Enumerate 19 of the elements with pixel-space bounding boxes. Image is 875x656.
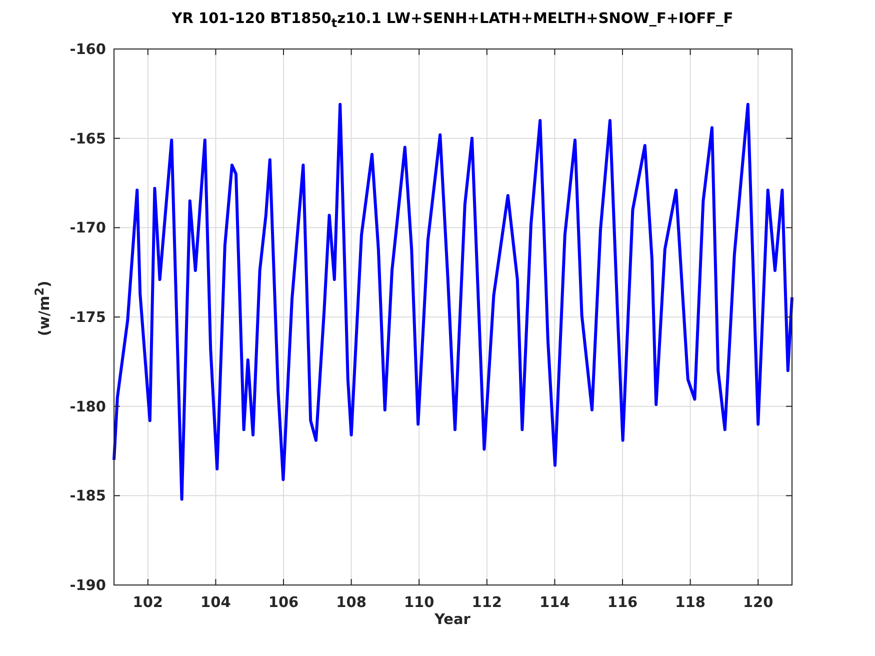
x-axis-label: Year bbox=[434, 612, 470, 628]
x-tick-label: 104 bbox=[200, 595, 231, 611]
x-tick-label: 102 bbox=[132, 595, 164, 611]
chart-title: YR 101-120 BT1850$_{t}$z10.1 LW+SENH+LATH+MELTH+SNOW_F+IOFF_F bbox=[172, 10, 734, 30]
x-tick-label: 112 bbox=[472, 595, 502, 611]
x-tick-label: 118 bbox=[675, 595, 706, 611]
y-tick-label: -190 bbox=[70, 578, 106, 594]
y-tick-label: -160 bbox=[70, 42, 106, 58]
x-tick-label: 106 bbox=[268, 595, 299, 611]
x-tick-label: 116 bbox=[607, 595, 638, 611]
x-tick-label: 108 bbox=[336, 595, 366, 611]
x-tick-label: 114 bbox=[540, 595, 570, 611]
y-tick-label: -180 bbox=[70, 399, 106, 416]
y-tick-label: -170 bbox=[70, 220, 106, 237]
x-tick-label: 110 bbox=[404, 595, 434, 611]
y-tick-label: -165 bbox=[70, 131, 106, 148]
y-tick-label: -185 bbox=[70, 488, 106, 505]
x-tick-label: 120 bbox=[742, 595, 774, 611]
y-tick-label: -175 bbox=[70, 310, 106, 326]
